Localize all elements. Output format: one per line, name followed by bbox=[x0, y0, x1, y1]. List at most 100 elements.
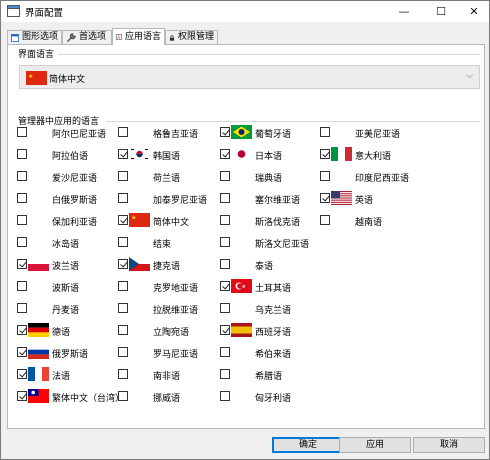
maximize-button[interactable]: ☐ bbox=[424, 1, 458, 23]
language-checkbox[interactable] bbox=[220, 149, 230, 159]
language-checkbox[interactable] bbox=[220, 259, 230, 269]
language-checkbox[interactable] bbox=[17, 369, 27, 379]
language-option[interactable]: ★ 简体中文 bbox=[118, 213, 218, 229]
language-checkbox[interactable] bbox=[118, 149, 128, 159]
language-option[interactable]: 结束 bbox=[118, 235, 218, 251]
language-option[interactable]: 波兰语 bbox=[17, 257, 117, 273]
language-checkbox[interactable] bbox=[17, 259, 27, 269]
language-option[interactable]: ★ 土耳其语 bbox=[220, 279, 320, 295]
language-checkbox[interactable] bbox=[220, 369, 230, 379]
language-checkbox[interactable] bbox=[17, 193, 27, 203]
language-checkbox[interactable] bbox=[220, 215, 230, 225]
language-option[interactable]: 泰语 bbox=[220, 257, 320, 273]
language-checkbox[interactable] bbox=[118, 325, 128, 335]
language-checkbox[interactable] bbox=[118, 237, 128, 247]
language-checkbox[interactable] bbox=[17, 127, 27, 137]
tab-preferences[interactable]: 首选项 bbox=[62, 30, 112, 44]
language-checkbox[interactable] bbox=[17, 325, 27, 335]
language-option[interactable]: 拉脱维亚语 bbox=[118, 301, 218, 317]
language-option[interactable]: 加泰罗尼亚语 bbox=[118, 191, 218, 207]
language-checkbox[interactable] bbox=[118, 347, 128, 357]
language-checkbox[interactable] bbox=[118, 391, 128, 401]
language-option[interactable]: 荷兰语 bbox=[118, 169, 218, 185]
language-checkbox[interactable] bbox=[17, 215, 27, 225]
language-checkbox[interactable] bbox=[320, 215, 330, 225]
language-option[interactable]: 印度尼西亚语 bbox=[320, 169, 420, 185]
language-checkbox[interactable] bbox=[118, 303, 128, 313]
cancel-button[interactable]: 取消 bbox=[413, 437, 485, 453]
language-option[interactable]: 斯洛文尼亚语 bbox=[220, 235, 320, 251]
language-checkbox[interactable] bbox=[118, 193, 128, 203]
language-option[interactable]: 希伯来语 bbox=[220, 345, 320, 361]
language-option[interactable]: 捷克语 bbox=[118, 257, 218, 273]
language-checkbox[interactable] bbox=[17, 237, 27, 247]
language-checkbox[interactable] bbox=[220, 391, 230, 401]
language-checkbox[interactable] bbox=[118, 369, 128, 379]
language-checkbox[interactable] bbox=[220, 281, 230, 291]
language-checkbox[interactable] bbox=[17, 303, 27, 313]
language-checkbox[interactable] bbox=[17, 171, 27, 181]
language-option[interactable]: 爱沙尼亚语 bbox=[17, 169, 117, 185]
language-checkbox[interactable] bbox=[320, 149, 330, 159]
tab-permissions[interactable]: 权限管理 bbox=[165, 30, 218, 44]
language-option[interactable]: 葡萄牙语 bbox=[220, 125, 320, 141]
language-option[interactable]: 繁体中文（台湾） bbox=[17, 389, 124, 405]
language-checkbox[interactable] bbox=[320, 193, 330, 203]
language-option[interactable]: 德语 bbox=[17, 323, 117, 339]
language-option[interactable]: 罗马尼亚语 bbox=[118, 345, 218, 361]
language-option[interactable]: 乌克兰语 bbox=[220, 301, 320, 317]
language-checkbox[interactable] bbox=[220, 237, 230, 247]
language-option[interactable]: 希腊语 bbox=[220, 367, 320, 383]
apply-button[interactable]: 应用 bbox=[339, 437, 411, 453]
language-checkbox[interactable] bbox=[17, 149, 27, 159]
close-button[interactable]: ✕ bbox=[457, 1, 490, 23]
language-option[interactable]: 阿尔巴尼亚语 bbox=[17, 125, 117, 141]
language-option[interactable]: 丹麦语 bbox=[17, 301, 117, 317]
language-option[interactable]: 俄罗斯语 bbox=[17, 345, 117, 361]
language-option[interactable]: 保加利亚语 bbox=[17, 213, 117, 229]
language-option[interactable]: 日本语 bbox=[220, 147, 320, 163]
title-bar[interactable]: 界面配置 — ☐ ✕ bbox=[0, 0, 490, 22]
language-option[interactable]: 立陶宛语 bbox=[118, 323, 218, 339]
language-checkbox[interactable] bbox=[220, 127, 230, 137]
language-checkbox[interactable] bbox=[118, 281, 128, 291]
language-checkbox[interactable] bbox=[320, 127, 330, 137]
language-option[interactable]: 塞尔维亚语 bbox=[220, 191, 320, 207]
language-checkbox[interactable] bbox=[220, 347, 230, 357]
language-option[interactable]: 阿拉伯语 bbox=[17, 147, 117, 163]
language-checkbox[interactable] bbox=[118, 171, 128, 181]
language-option[interactable]: 越南语 bbox=[320, 213, 420, 229]
language-option[interactable]: 南非语 bbox=[118, 367, 218, 383]
language-option[interactable]: 冰岛语 bbox=[17, 235, 117, 251]
language-option[interactable]: 克罗地亚语 bbox=[118, 279, 218, 295]
language-option[interactable]: 英语 bbox=[320, 191, 420, 207]
language-option[interactable]: 瑞典语 bbox=[220, 169, 320, 185]
minimize-button[interactable]: — bbox=[387, 1, 421, 23]
language-option[interactable]: 韩国语 bbox=[118, 147, 218, 163]
language-checkbox[interactable] bbox=[220, 303, 230, 313]
language-option[interactable]: 匈牙利语 bbox=[220, 389, 320, 405]
language-checkbox[interactable] bbox=[17, 281, 27, 291]
interface-language-select[interactable]: ★ 简体中文 ⌵ bbox=[19, 65, 480, 89]
language-checkbox[interactable] bbox=[17, 347, 27, 357]
tab-app-language[interactable]: A 应用语言 bbox=[112, 28, 165, 45]
language-checkbox[interactable] bbox=[220, 325, 230, 335]
language-option[interactable]: 亚美尼亚语 bbox=[320, 125, 420, 141]
language-checkbox[interactable] bbox=[17, 391, 27, 401]
language-checkbox[interactable] bbox=[320, 171, 330, 181]
language-checkbox[interactable] bbox=[220, 171, 230, 181]
language-option[interactable]: 格鲁吉亚语 bbox=[118, 125, 218, 141]
language-checkbox[interactable] bbox=[118, 127, 128, 137]
tab-graphics-options[interactable]: 图形选项 bbox=[7, 30, 62, 44]
language-option[interactable]: 斯洛伐克语 bbox=[220, 213, 320, 229]
language-option[interactable]: 西班牙语 bbox=[220, 323, 320, 339]
language-option[interactable]: 挪威语 bbox=[118, 389, 218, 405]
language-option[interactable]: 波斯语 bbox=[17, 279, 117, 295]
language-checkbox[interactable] bbox=[118, 259, 128, 269]
language-option[interactable]: 意大利语 bbox=[320, 147, 420, 163]
language-option[interactable]: 法语 bbox=[17, 367, 117, 383]
language-option[interactable]: 白俄罗斯语 bbox=[17, 191, 117, 207]
ok-button[interactable]: 确定 bbox=[272, 437, 344, 453]
language-checkbox[interactable] bbox=[220, 193, 230, 203]
language-checkbox[interactable] bbox=[118, 215, 128, 225]
